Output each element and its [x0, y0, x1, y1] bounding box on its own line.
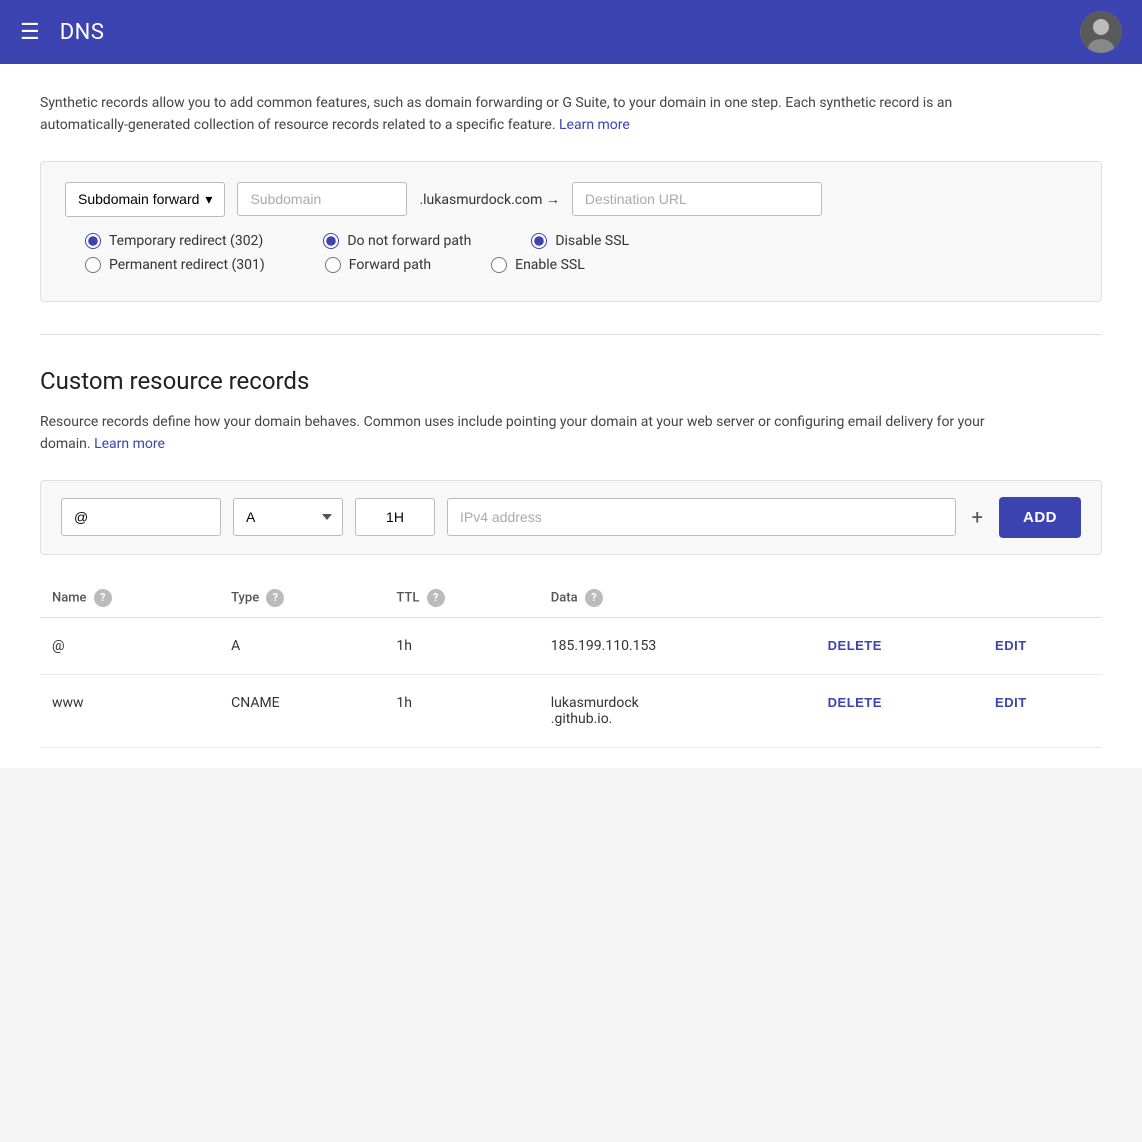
custom-records-title: Custom resource records: [40, 367, 1102, 395]
avatar[interactable]: [1080, 11, 1122, 53]
synthetic-description: Synthetic records allow you to add commo…: [40, 92, 1020, 137]
row2-delete-cell: DELETE: [816, 674, 983, 747]
row1-edit-button[interactable]: EDIT: [995, 638, 1027, 653]
record-ttl-input[interactable]: [355, 498, 435, 536]
records-table: Name ? Type ? TTL ? Data ?: [40, 579, 1102, 748]
radio-row-1: Temporary redirect (302) Do not forward …: [85, 233, 1077, 249]
table-row: www CNAME 1h lukasmurdock.github.io. DEL…: [40, 674, 1102, 747]
radio-forward-path[interactable]: Forward path: [325, 257, 431, 273]
radio-enable-ssl-input[interactable]: [491, 257, 507, 273]
subdomain-forward-button[interactable]: Subdomain forward ▾: [65, 182, 225, 217]
row1-delete-button[interactable]: DELETE: [828, 638, 882, 653]
radio-options: Temporary redirect (302) Do not forward …: [65, 233, 1077, 281]
row2-edit-cell: EDIT: [983, 674, 1102, 747]
section-divider: [40, 334, 1102, 335]
radio-enable-ssl[interactable]: Enable SSL: [491, 257, 585, 273]
ttl-help-icon[interactable]: ?: [427, 589, 445, 607]
radio-row-2: Permanent redirect (301) Forward path En…: [85, 257, 1077, 273]
synthetic-row-top: Subdomain forward ▾ .lukasmurdock.com →: [65, 182, 1077, 217]
custom-records-learn-more-link[interactable]: Learn more: [94, 436, 165, 452]
radio-path-input[interactable]: [325, 257, 341, 273]
row1-delete-cell: DELETE: [816, 617, 983, 674]
synthetic-learn-more-link[interactable]: Learn more: [559, 117, 630, 133]
table-row: @ A 1h 185.199.110.153 DELETE EDIT: [40, 617, 1102, 674]
radio-302-input[interactable]: [85, 233, 101, 249]
radio-no-path-input[interactable]: [323, 233, 339, 249]
radio-disable-ssl[interactable]: Disable SSL: [531, 233, 629, 249]
app-title: DNS: [60, 20, 105, 45]
record-data-input[interactable]: [447, 498, 956, 536]
name-help-icon[interactable]: ?: [94, 589, 112, 607]
radio-temporary-redirect[interactable]: Temporary redirect (302): [85, 233, 263, 249]
radio-301-input[interactable]: [85, 257, 101, 273]
row2-edit-button[interactable]: EDIT: [995, 695, 1027, 710]
add-record-button[interactable]: ADD: [999, 497, 1081, 538]
row2-ttl: 1h: [384, 674, 538, 747]
menu-icon[interactable]: ☰: [20, 20, 40, 45]
record-type-select[interactable]: A AAAA CNAME MX TXT NS: [233, 498, 343, 536]
type-help-icon[interactable]: ?: [266, 589, 284, 607]
add-record-form: A AAAA CNAME MX TXT NS + ADD: [40, 480, 1102, 555]
row1-ttl: 1h: [384, 617, 538, 674]
radio-disable-ssl-input[interactable]: [531, 233, 547, 249]
data-help-icon[interactable]: ?: [585, 589, 603, 607]
col-header-delete: [816, 579, 983, 618]
col-header-data: Data ?: [539, 579, 816, 618]
row2-type: CNAME: [219, 674, 384, 747]
domain-label: .lukasmurdock.com →: [419, 191, 559, 208]
main-content: Synthetic records allow you to add commo…: [0, 64, 1142, 768]
table-header-row: Name ? Type ? TTL ? Data ?: [40, 579, 1102, 618]
plus-button[interactable]: +: [968, 505, 987, 529]
destination-url-input[interactable]: [572, 182, 822, 216]
custom-records-description: Resource records define how your domain …: [40, 411, 1020, 456]
row2-delete-button[interactable]: DELETE: [828, 695, 882, 710]
radio-do-not-forward-path[interactable]: Do not forward path: [323, 233, 471, 249]
chevron-down-icon: ▾: [205, 191, 212, 208]
col-header-edit: [983, 579, 1102, 618]
col-header-type: Type ?: [219, 579, 384, 618]
app-header: ☰ DNS: [0, 0, 1142, 64]
row1-type: A: [219, 617, 384, 674]
radio-permanent-redirect[interactable]: Permanent redirect (301): [85, 257, 265, 273]
row2-name: www: [40, 674, 219, 747]
synthetic-records-card: Subdomain forward ▾ .lukasmurdock.com → …: [40, 161, 1102, 302]
subdomain-input[interactable]: [237, 182, 407, 216]
record-name-input[interactable]: [61, 498, 221, 536]
col-header-ttl: TTL ?: [384, 579, 538, 618]
row1-name: @: [40, 617, 219, 674]
row1-data: 185.199.110.153: [539, 617, 816, 674]
col-header-name: Name ?: [40, 579, 219, 618]
row2-data: lukasmurdock.github.io.: [539, 674, 816, 747]
row1-edit-cell: EDIT: [983, 617, 1102, 674]
